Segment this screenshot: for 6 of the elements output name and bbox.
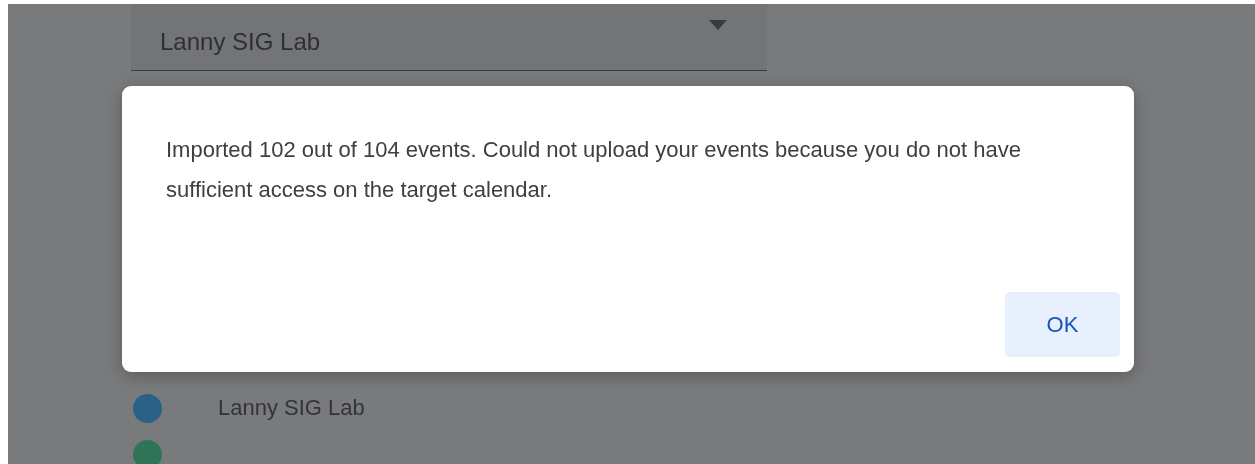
calendar-select[interactable]: Lanny SIG Lab <box>131 4 767 71</box>
calendar-name[interactable]: Lanny SIG Lab <box>218 395 365 421</box>
caret-icon <box>709 20 727 30</box>
select-value: Lanny SIG Lab <box>160 28 321 56</box>
ok-button[interactable]: OK <box>1005 292 1120 357</box>
dialog-message: Imported 102 out of 104 events. Could not upload your events because you do not have sufficient access on the target calendar. <box>166 136 1022 204</box>
